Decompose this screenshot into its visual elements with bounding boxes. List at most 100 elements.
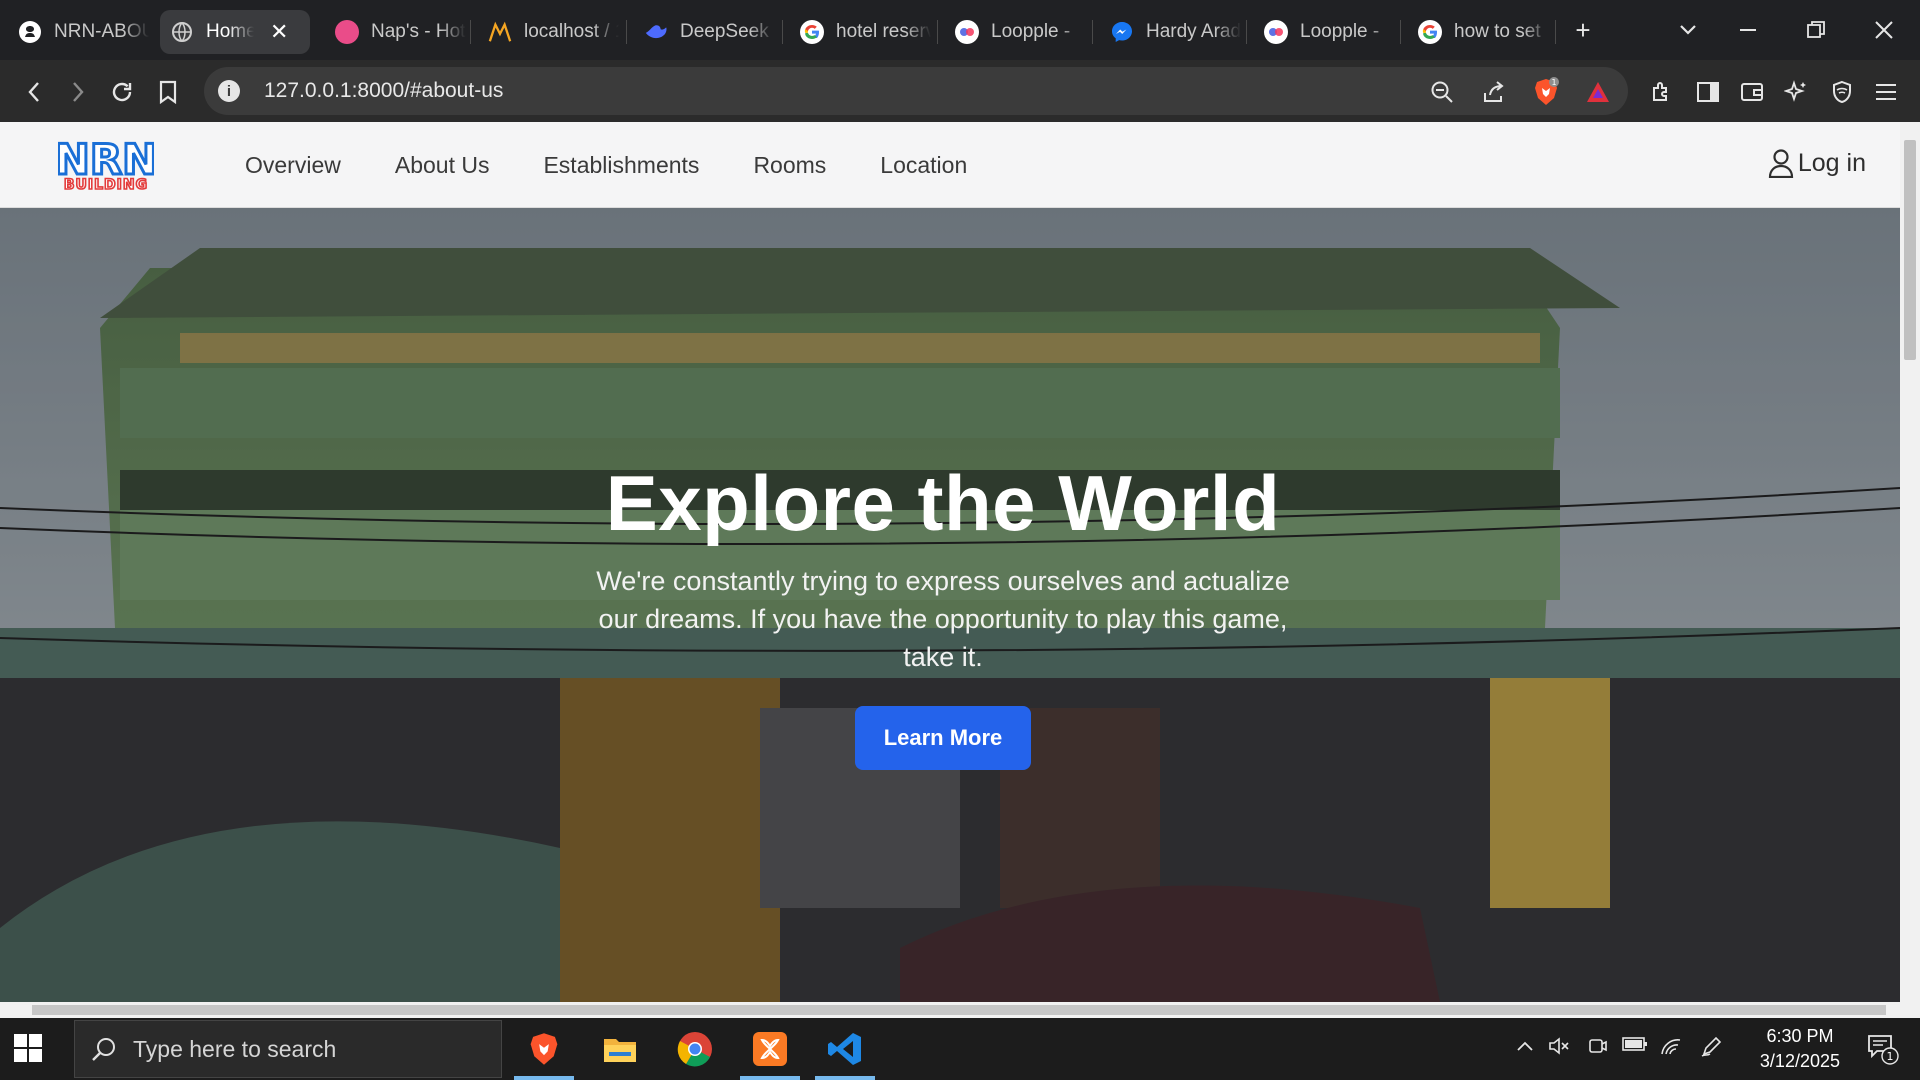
nav-overview[interactable]: Overview	[245, 152, 341, 179]
address-bar[interactable]: i 127.0.0.1:8000/#about-us	[204, 67, 1628, 115]
forward-arrow-icon[interactable]	[58, 72, 98, 112]
extensions-icon[interactable]	[1644, 74, 1680, 110]
site-info-icon[interactable]: i	[218, 80, 240, 102]
back-arrow-icon[interactable]	[14, 72, 54, 112]
horizontal-scrollbar[interactable]	[0, 1002, 1920, 1018]
vertical-scrollbar[interactable]	[1900, 122, 1920, 1002]
dribbble-icon	[335, 20, 359, 44]
messenger-icon	[1110, 20, 1134, 44]
tab-how-to-set[interactable]: how to set	[1408, 10, 1559, 54]
tab-loopple-1[interactable]: Loopple -	[945, 10, 1096, 54]
taskbar-search-box[interactable]: Type here to search	[74, 1020, 502, 1078]
xampp-icon	[488, 20, 512, 44]
search-placeholder: Type here to search	[133, 1035, 337, 1062]
nrn-building-logo[interactable]: NRN BUILDING	[53, 134, 159, 194]
tab-separator	[937, 20, 938, 44]
tab-label: how to set	[1454, 21, 1549, 43]
wallet-icon[interactable]	[1734, 74, 1770, 110]
brave-shields-icon[interactable]: 1	[1528, 74, 1564, 110]
close-window-icon[interactable]	[1864, 12, 1904, 48]
tab-label: Nap's - Hotel	[371, 21, 466, 43]
vscode-taskbar-icon[interactable]	[809, 1018, 881, 1080]
tab-label: NRN-ABOUT	[54, 21, 149, 43]
google-icon	[800, 20, 824, 44]
hero-section: Explore the World We're constantly tryin…	[0, 208, 1900, 1002]
login-label: Log in	[1797, 148, 1866, 177]
browser-toolbar: i 127.0.0.1:8000/#about-us 1	[0, 60, 1920, 122]
nav-about-us[interactable]: About Us	[395, 152, 490, 179]
tab-separator	[1555, 20, 1556, 44]
tab-label: Home	[206, 21, 254, 43]
nav-establishments[interactable]: Establishments	[543, 152, 699, 179]
brave-rewards-icon[interactable]	[1580, 74, 1616, 110]
tab-loopple-2[interactable]: Loopple -	[1254, 10, 1405, 54]
restore-window-icon[interactable]	[1796, 12, 1836, 48]
google-icon	[1418, 20, 1442, 44]
reload-icon[interactable]	[102, 72, 142, 112]
leo-ai-icon[interactable]	[1778, 74, 1814, 110]
tab-separator	[1400, 20, 1401, 44]
tab-separator	[470, 20, 471, 44]
tab-label: Loopple -	[1300, 21, 1395, 43]
login-button[interactable]: Log in	[1768, 148, 1866, 178]
chrome-taskbar-icon[interactable]	[659, 1018, 731, 1080]
tab-search-chevron-icon[interactable]	[1668, 12, 1708, 48]
tab-deepseek[interactable]: DeepSeek	[634, 10, 785, 54]
clock-date: 3/12/2025	[1759, 1051, 1840, 1071]
taskbar-clock[interactable]: 6:30 PM 3/12/2025	[1760, 1024, 1840, 1074]
minimize-window-icon[interactable]	[1728, 12, 1768, 48]
share-icon[interactable]	[1476, 74, 1512, 110]
loopple-icon	[955, 20, 979, 44]
clock-time: 6:30 PM	[1766, 1026, 1834, 1046]
tab-separator	[626, 20, 627, 44]
github-icon	[18, 20, 42, 44]
battery-icon[interactable]	[1622, 1036, 1648, 1057]
tab-label: hotel reservation	[836, 21, 931, 43]
notification-count: 1	[1887, 1050, 1894, 1063]
url-text[interactable]: 127.0.0.1:8000/#about-us	[264, 79, 503, 103]
nav-location[interactable]: Location	[880, 152, 967, 179]
tab-nrn-about[interactable]: NRN-ABOUT	[8, 10, 159, 54]
bookmark-icon[interactable]	[148, 72, 188, 112]
windows-taskbar: Type here to search 6:30 PM 3/12/2025 1	[0, 1018, 1920, 1080]
shields-badge: 1	[1551, 78, 1556, 87]
scroll-thumb[interactable]	[1904, 140, 1916, 360]
nav-rooms[interactable]: Rooms	[753, 152, 826, 179]
volume-muted-icon[interactable]	[1548, 1036, 1570, 1061]
site-navbar: NRN BUILDING Overview About Us Establish…	[0, 122, 1900, 208]
sidebar-icon[interactable]	[1690, 74, 1726, 110]
pen-workspace-icon[interactable]	[1700, 1036, 1722, 1063]
tab-label: Loopple -	[991, 21, 1086, 43]
tab-naps-hotel[interactable]: Nap's - Hotel	[325, 10, 476, 54]
new-tab-button[interactable]: +	[1563, 12, 1603, 48]
xampp-taskbar-icon[interactable]	[734, 1018, 806, 1080]
deepseek-icon	[644, 20, 668, 44]
scroll-thumb[interactable]	[32, 1005, 1886, 1015]
user-icon	[1768, 149, 1793, 178]
tab-separator	[1092, 20, 1093, 44]
menu-icon[interactable]	[1868, 74, 1904, 110]
tab-label: Hardy Arado	[1146, 21, 1241, 43]
vpn-shield-icon[interactable]	[1824, 74, 1860, 110]
tab-hardy-arado[interactable]: Hardy Arado	[1100, 10, 1251, 54]
tab-home[interactable]: Home ✕	[160, 10, 310, 54]
search-icon	[92, 1038, 115, 1061]
meet-now-icon[interactable]	[1588, 1036, 1608, 1061]
page-viewport: NRN BUILDING Overview About Us Establish…	[0, 122, 1920, 1018]
file-explorer-taskbar-icon[interactable]	[584, 1018, 656, 1080]
tab-hotel-reservation[interactable]: hotel reservation	[790, 10, 941, 54]
wifi-icon[interactable]	[1660, 1036, 1682, 1061]
tab-separator	[782, 20, 783, 44]
zoom-icon[interactable]	[1424, 74, 1460, 110]
site-nav: Overview About Us Establishments Rooms L…	[245, 122, 1021, 208]
tab-localhost[interactable]: localhost / 127	[478, 10, 629, 54]
globe-icon	[170, 20, 194, 44]
hero-text: We're constantly trying to express ourse…	[596, 566, 1290, 672]
tray-overflow-chevron-icon[interactable]	[1516, 1036, 1534, 1057]
learn-more-button[interactable]: Learn More	[855, 706, 1031, 770]
windows-start-icon[interactable]	[14, 1034, 44, 1064]
notification-center-icon[interactable]: 1	[1866, 1032, 1900, 1071]
tab-label: localhost / 127	[524, 21, 619, 43]
brave-taskbar-icon[interactable]	[508, 1018, 580, 1080]
close-tab-icon[interactable]: ✕	[270, 19, 288, 45]
